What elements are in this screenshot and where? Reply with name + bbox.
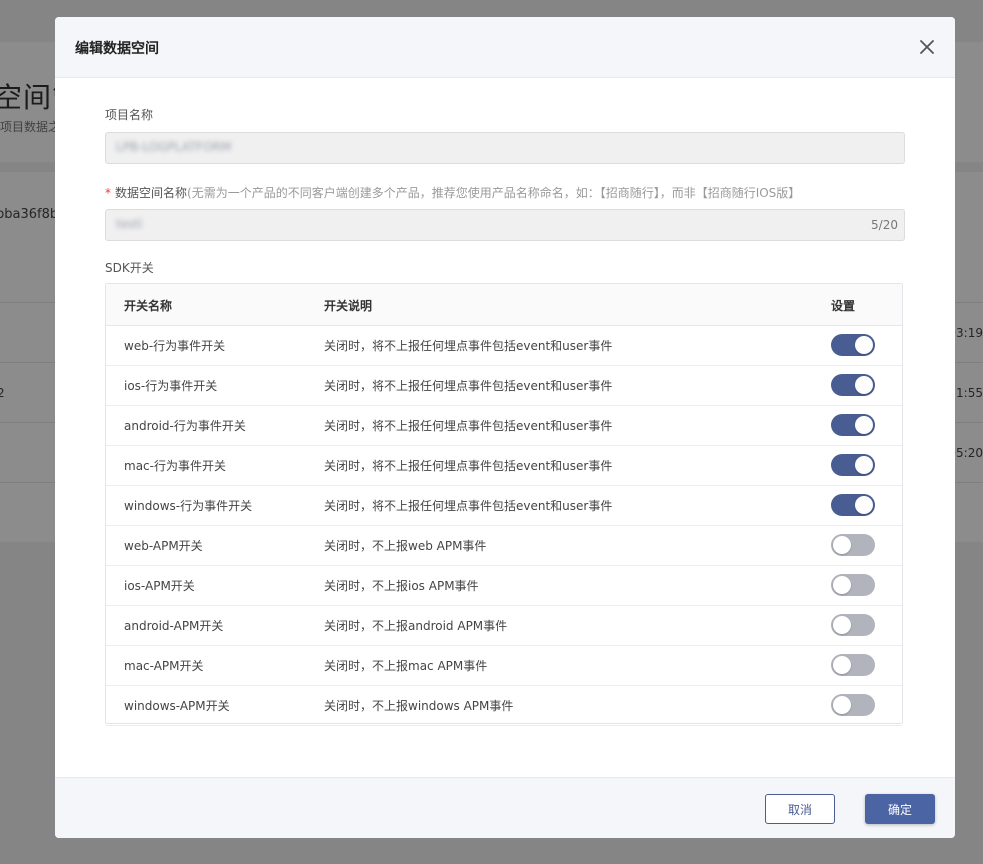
switch-name: web-APM开关	[124, 539, 203, 553]
table-row: mac-行为事件开关 关闭时，将不上报任何埋点事件包括event和user事件	[106, 445, 902, 486]
project-name-label: 项目名称	[105, 108, 154, 122]
confirm-button[interactable]: 确定	[865, 794, 935, 824]
modal-title: 编辑数据空间	[75, 41, 159, 57]
table-row: windows-APM开关 关闭时，不上报windows APM事件	[106, 685, 902, 726]
switch-toggle[interactable]	[831, 414, 875, 436]
space-name-label: 数据空间名称	[115, 186, 188, 200]
toggle-knob	[855, 416, 873, 434]
space-name-value: testi	[116, 217, 143, 231]
space-name-char-counter: 5/20	[871, 218, 898, 232]
toggle-knob	[833, 536, 851, 554]
switch-name: windows-APM开关	[124, 699, 230, 713]
switch-toggle[interactable]	[831, 574, 875, 596]
switch-name: mac-行为事件开关	[124, 459, 226, 473]
table-row: windows-行为事件开关 关闭时，将不上报任何埋点事件包括event和user…	[106, 485, 902, 526]
close-icon[interactable]	[913, 33, 941, 61]
modal-footer: 取消 确定	[55, 777, 955, 838]
switch-toggle[interactable]	[831, 534, 875, 556]
switch-name: android-行为事件开关	[124, 419, 246, 433]
required-asterisk: *	[105, 186, 111, 200]
sdk-switch-table: 开关名称 开关说明 设置 web-行为事件开关关闭时，将不上报任何埋点事件包括e…	[105, 283, 903, 726]
switch-toggle[interactable]	[831, 334, 875, 356]
toggle-knob	[833, 616, 851, 634]
table-header: 开关名称 开关说明 设置	[106, 284, 902, 326]
switch-toggle[interactable]	[831, 374, 875, 396]
table-row: ios-行为事件开关 关闭时，将不上报任何埋点事件包括event和user事件	[106, 365, 902, 406]
switch-toggle[interactable]	[831, 454, 875, 476]
switch-description: 关闭时，将不上报任何埋点事件包括event和user事件	[324, 499, 613, 513]
switch-name: ios-行为事件开关	[124, 379, 218, 393]
switch-name: web-行为事件开关	[124, 339, 226, 353]
toggle-knob	[833, 696, 851, 714]
switch-description: 关闭时，将不上报任何埋点事件包括event和user事件	[324, 379, 613, 393]
table-row: android-行为事件开关 关闭时，将不上报任何埋点事件包括event和user…	[106, 405, 902, 446]
space-name-label-row: * 数据空间名称(无需为一个产品的不同客户端创建多个产品，推荐您使用产品名称命名，…	[105, 184, 800, 201]
table-row: web-APM开关 关闭时，不上报web APM事件	[106, 525, 902, 566]
modal-header: 编辑数据空间	[55, 17, 955, 78]
switch-description: 关闭时，将不上报任何埋点事件包括event和user事件	[324, 419, 613, 433]
switch-toggle[interactable]	[831, 654, 875, 676]
toggle-knob	[855, 336, 873, 354]
sdk-switch-label: SDK开关	[105, 261, 154, 275]
switch-toggle[interactable]	[831, 614, 875, 636]
table-row: android-APM开关 关闭时，不上报android APM事件	[106, 605, 902, 646]
toggle-knob	[855, 376, 873, 394]
toggle-knob	[855, 496, 873, 514]
header-setting: 设置	[831, 299, 856, 313]
table-row: ios-APM开关 关闭时，不上报ios APM事件	[106, 565, 902, 606]
switch-description: 关闭时，不上报windows APM事件	[324, 699, 514, 713]
switch-description: 关闭时，不上报mac APM事件	[324, 659, 488, 673]
switch-name: android-APM开关	[124, 619, 224, 633]
project-name-value: LPB-LOGPLATFORM	[116, 140, 232, 154]
switch-name: windows-行为事件开关	[124, 499, 253, 513]
toggle-knob	[855, 456, 873, 474]
table-row: mac-APM开关 关闭时，不上报mac APM事件	[106, 645, 902, 686]
space-name-hint: (无需为一个产品的不同客户端创建多个产品，推荐您使用产品名称命名，如：【招商随行…	[187, 186, 801, 200]
switch-name: ios-APM开关	[124, 579, 195, 593]
switch-description: 关闭时，不上报android APM事件	[324, 619, 508, 633]
switch-toggle[interactable]	[831, 694, 875, 716]
header-switch-desc: 开关说明	[324, 299, 373, 313]
switch-description: 关闭时，将不上报任何埋点事件包括event和user事件	[324, 339, 613, 353]
switch-toggle[interactable]	[831, 494, 875, 516]
project-name-field: LPB-LOGPLATFORM	[105, 132, 905, 164]
toggle-knob	[833, 656, 851, 674]
toggle-knob	[833, 576, 851, 594]
cancel-button[interactable]: 取消	[765, 794, 835, 824]
header-switch-name: 开关名称	[124, 299, 173, 313]
switch-description: 关闭时，不上报web APM事件	[324, 539, 487, 553]
switch-description: 关闭时，不上报ios APM事件	[324, 579, 479, 593]
table-row: web-行为事件开关 关闭时，将不上报任何埋点事件包括event和user事件	[106, 325, 902, 366]
switch-description: 关闭时，将不上报任何埋点事件包括event和user事件	[324, 459, 613, 473]
switch-name: mac-APM开关	[124, 659, 204, 673]
space-name-field[interactable]: testi 5/20	[105, 209, 905, 241]
edit-data-space-modal: 编辑数据空间 项目名称 LPB-LOGPLATFORM * 数据空间名称(无需为一…	[55, 17, 955, 838]
